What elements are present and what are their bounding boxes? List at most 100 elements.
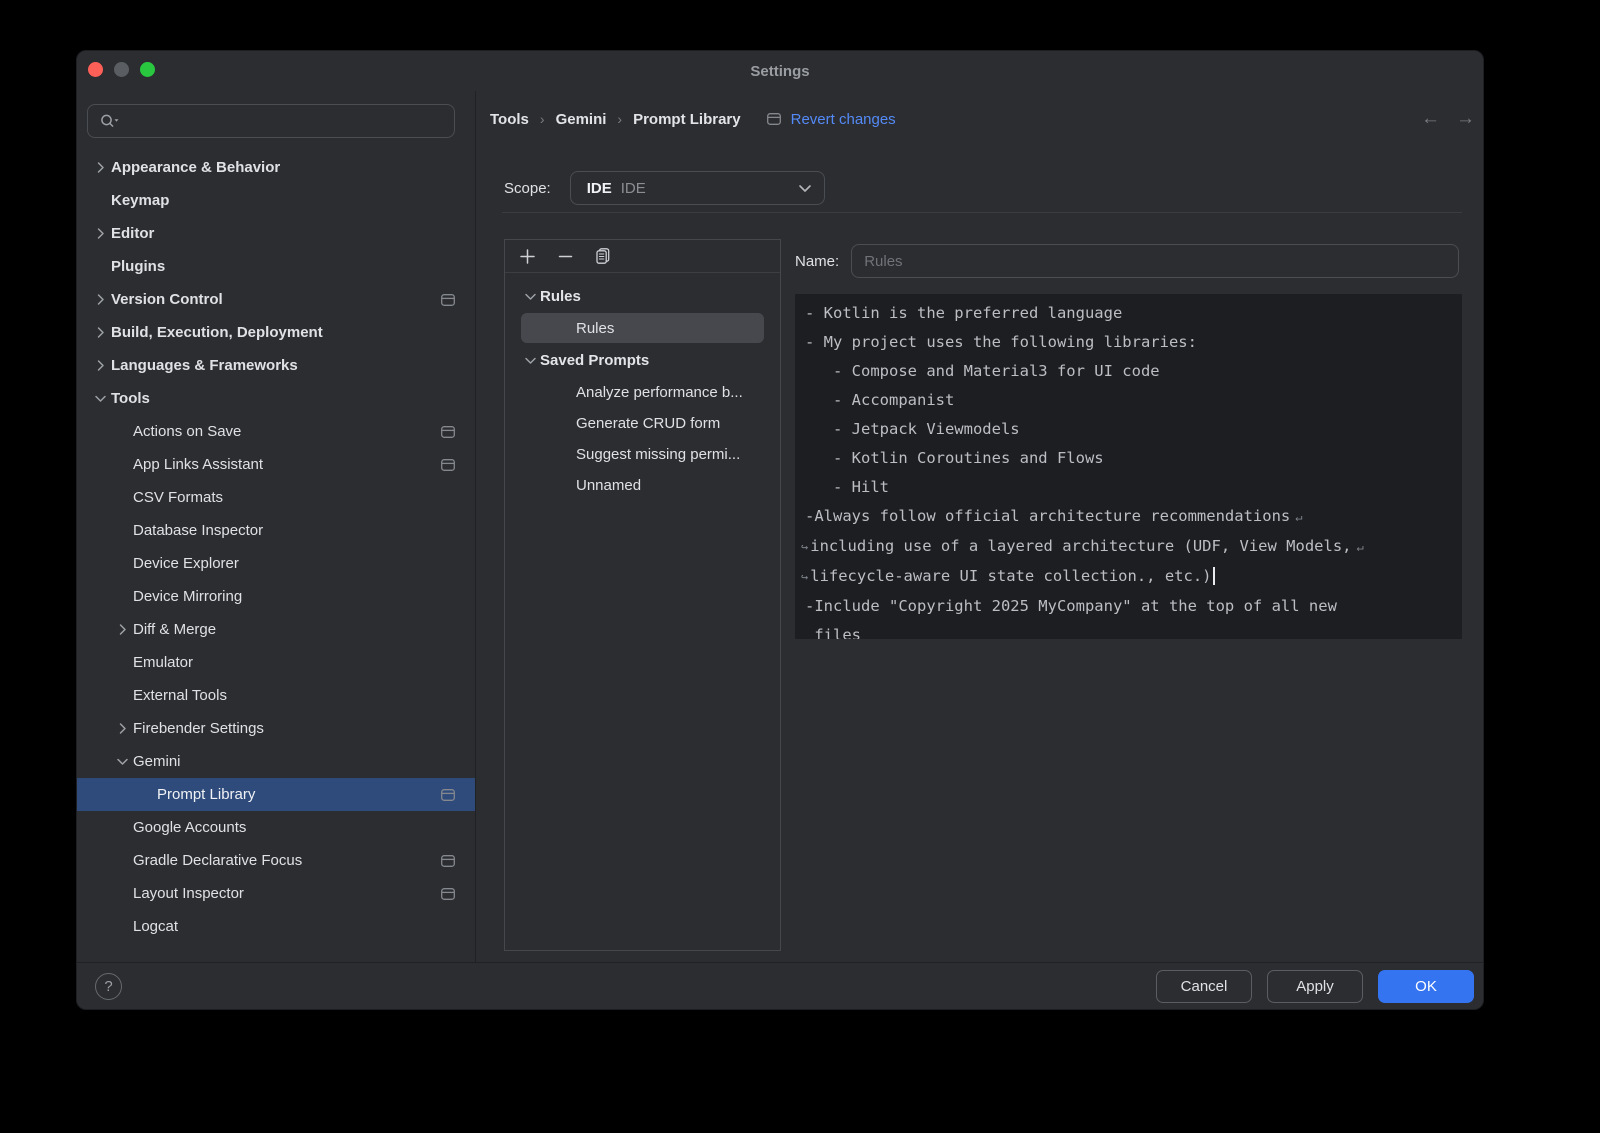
editor-line-text: files bbox=[805, 626, 861, 639]
editor-line-text: lifecycle-aware UI state collection., et… bbox=[810, 567, 1211, 585]
chevron-right-icon[interactable] bbox=[93, 292, 108, 307]
cancel-button[interactable]: Cancel bbox=[1156, 970, 1252, 1003]
scope-label: Scope: bbox=[504, 180, 551, 197]
sidebar-item-label: Logcat bbox=[133, 918, 178, 935]
sidebar-item-gradle-declarative-focus[interactable]: Gradle Declarative Focus bbox=[77, 844, 475, 877]
sidebar-item-csv-formats[interactable]: CSV Formats bbox=[77, 481, 475, 514]
revert-changes-link[interactable]: Revert changes bbox=[791, 111, 896, 128]
sidebar-item-emulator[interactable]: Emulator bbox=[77, 646, 475, 679]
prompt-item-generate-crud-form[interactable]: Generate CRUD form bbox=[521, 408, 764, 438]
chevron-down-icon[interactable] bbox=[93, 391, 108, 406]
sidebar-item-tools[interactable]: Tools bbox=[77, 382, 475, 415]
breadcrumb-item-tools[interactable]: Tools bbox=[490, 111, 529, 128]
add-prompt-button[interactable] bbox=[517, 246, 537, 266]
sidebar-item-firebender-settings[interactable]: Firebender Settings bbox=[77, 712, 475, 745]
apply-button[interactable]: Apply bbox=[1267, 970, 1363, 1003]
editor-line-text: - Jetpack Viewmodels bbox=[805, 420, 1020, 438]
sidebar-item-app-links-assistant[interactable]: App Links Assistant bbox=[77, 448, 475, 481]
chevron-right-icon[interactable] bbox=[89, 226, 111, 242]
ok-button[interactable]: OK bbox=[1378, 970, 1474, 1003]
sidebar-item-device-explorer[interactable]: Device Explorer bbox=[77, 547, 475, 580]
chevron-spacer bbox=[111, 655, 133, 671]
sidebar-item-label: Editor bbox=[111, 225, 154, 242]
chevron-down-icon[interactable] bbox=[89, 391, 111, 407]
sidebar-item-layout-inspector[interactable]: Layout Inspector bbox=[77, 877, 475, 910]
prompt-item-label: Rules bbox=[576, 320, 614, 337]
sidebar-item-device-mirroring[interactable]: Device Mirroring bbox=[77, 580, 475, 613]
sidebar-item-google-accounts[interactable]: Google Accounts bbox=[77, 811, 475, 844]
prompt-item-analyze-performance-b[interactable]: Analyze performance b... bbox=[521, 377, 764, 407]
breadcrumb-item-prompt-library[interactable]: Prompt Library bbox=[633, 111, 741, 128]
titlebar: Settings bbox=[77, 51, 1483, 91]
chevron-down-icon[interactable] bbox=[520, 352, 540, 368]
chevron-right-icon[interactable] bbox=[111, 622, 133, 638]
prompt-text-editor[interactable]: - Kotlin is the preferred language- My p… bbox=[795, 294, 1462, 639]
editor-line-text: - Kotlin is the preferred language bbox=[805, 304, 1122, 322]
sidebar-item-editor[interactable]: Editor bbox=[77, 217, 475, 250]
chevron-down-icon[interactable] bbox=[115, 754, 130, 769]
prompt-group-rules[interactable]: Rules bbox=[505, 280, 780, 312]
sidebar-item-label: Google Accounts bbox=[133, 819, 246, 836]
sidebar-item-plugins[interactable]: Plugins bbox=[77, 250, 475, 283]
settings-search-input[interactable] bbox=[87, 104, 455, 138]
sidebar-item-languages-frameworks[interactable]: Languages & Frameworks bbox=[77, 349, 475, 382]
chevron-right-icon[interactable] bbox=[111, 721, 133, 737]
chevron-spacer bbox=[111, 820, 133, 836]
sidebar-item-version-control[interactable]: Version Control bbox=[77, 283, 475, 316]
chevron-right-icon[interactable] bbox=[89, 160, 111, 176]
sidebar-item-logcat[interactable]: Logcat bbox=[77, 910, 475, 943]
sidebar-item-external-tools[interactable]: External Tools bbox=[77, 679, 475, 712]
sidebar-item-prompt-library[interactable]: Prompt Library bbox=[77, 778, 475, 811]
chevron-right-icon[interactable] bbox=[93, 325, 108, 340]
sidebar-item-diff-merge[interactable]: Diff & Merge bbox=[77, 613, 475, 646]
chevron-down-icon bbox=[798, 184, 812, 193]
chevron-right-icon[interactable] bbox=[93, 358, 108, 373]
chevron-down-icon[interactable] bbox=[523, 289, 538, 304]
back-arrow-button[interactable]: ← bbox=[1421, 108, 1440, 130]
scope-row: Scope: IDE IDE bbox=[504, 171, 825, 205]
scope-dropdown[interactable]: IDE IDE bbox=[570, 171, 825, 205]
help-button[interactable]: ? bbox=[95, 973, 122, 1000]
prompt-item-suggest-missing-permi[interactable]: Suggest missing permi... bbox=[521, 439, 764, 469]
editor-line: - Compose and Material3 for UI code bbox=[805, 357, 1452, 386]
prompt-name-input[interactable] bbox=[851, 244, 1459, 278]
forward-arrow-button[interactable]: → bbox=[1456, 108, 1475, 130]
chevron-right-icon[interactable] bbox=[93, 226, 108, 241]
settings-nav-tree: Appearance & BehaviorKeymap Editor Plugins… bbox=[77, 151, 475, 962]
chevron-down-icon[interactable] bbox=[520, 288, 540, 304]
chevron-right-icon[interactable] bbox=[115, 622, 130, 637]
chevron-down-icon[interactable] bbox=[523, 353, 538, 368]
prompt-group-saved-prompts[interactable]: Saved Prompts bbox=[505, 344, 780, 376]
sidebar-item-appearance-behavior[interactable]: Appearance & Behavior bbox=[77, 151, 475, 184]
chevron-right-icon[interactable] bbox=[89, 325, 111, 341]
chevron-spacer bbox=[111, 523, 133, 539]
sidebar-item-label: Tools bbox=[111, 390, 150, 407]
editor-line-text: -Include "Copyright 2025 MyCompany" at t… bbox=[805, 597, 1337, 615]
sidebar-item-label: Diff & Merge bbox=[133, 621, 216, 638]
editor-line: - Kotlin is the preferred language bbox=[805, 299, 1452, 328]
prompt-item-rules[interactable]: Rules bbox=[521, 313, 764, 343]
window-icon bbox=[441, 294, 455, 306]
chevron-right-icon[interactable] bbox=[93, 160, 108, 175]
prompt-item-unnamed[interactable]: Unnamed bbox=[521, 470, 764, 500]
sidebar-item-label: Emulator bbox=[133, 654, 193, 671]
chevron-right-icon[interactable] bbox=[89, 292, 111, 308]
settings-window: Settings Appearance & BehaviorKeymap Edit… bbox=[76, 50, 1484, 1010]
window-icon bbox=[441, 789, 455, 801]
chevron-right-icon[interactable] bbox=[89, 358, 111, 374]
sidebar-item-gemini[interactable]: Gemini bbox=[77, 745, 475, 778]
chevron-down-icon[interactable] bbox=[111, 754, 133, 770]
sidebar-item-keymap[interactable]: Keymap bbox=[77, 184, 475, 217]
breadcrumb-separator: › bbox=[540, 111, 545, 127]
chevron-right-icon[interactable] bbox=[115, 721, 130, 736]
sidebar-item-database-inspector[interactable]: Database Inspector bbox=[77, 514, 475, 547]
sidebar-item-build-execution-deployment[interactable]: Build, Execution, Deployment bbox=[77, 316, 475, 349]
remove-prompt-button[interactable] bbox=[555, 246, 575, 266]
modified-setting-icon bbox=[767, 113, 781, 125]
sidebar-item-label: App Links Assistant bbox=[133, 456, 263, 473]
breadcrumb-item-gemini[interactable]: Gemini bbox=[556, 111, 607, 128]
sidebar-item-actions-on-save[interactable]: Actions on Save bbox=[77, 415, 475, 448]
chevron-spacer bbox=[111, 886, 133, 902]
duplicate-prompt-button[interactable] bbox=[593, 246, 613, 266]
editor-line: ↪lifecycle-aware UI state collection., e… bbox=[805, 562, 1452, 592]
